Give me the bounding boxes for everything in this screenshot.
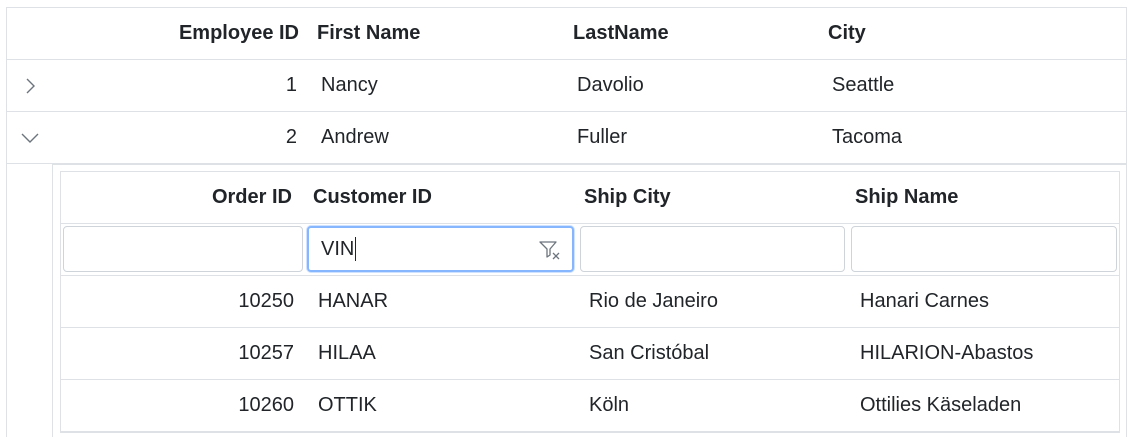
filter-text: VIN bbox=[321, 237, 355, 260]
orders-grid: Order ID Customer ID Ship City Ship Name… bbox=[60, 171, 1120, 433]
chevron-right-icon bbox=[26, 78, 35, 93]
column-header-ship-city[interactable]: Ship City bbox=[584, 172, 834, 223]
text-cursor bbox=[355, 237, 357, 261]
order-id-cell: 10260 bbox=[238, 394, 294, 416]
column-header-order-id[interactable]: Order ID bbox=[61, 172, 292, 223]
customer-id-cell: HANAR bbox=[318, 290, 389, 312]
ship-name-cell: Ottilies Käseladen bbox=[860, 394, 1022, 416]
filter-clear-icon[interactable] bbox=[538, 239, 562, 261]
city-cell: Tacoma bbox=[832, 126, 903, 148]
last-name-cell: Davolio bbox=[577, 74, 644, 96]
filter-row: VIN bbox=[61, 224, 1119, 276]
first-name-cell: Nancy bbox=[321, 74, 378, 96]
ship-name-cell: Hanari Carnes bbox=[860, 290, 989, 312]
employee-id-cell: 1 bbox=[285, 74, 297, 96]
parent-header-row: Employee ID First Name LastName City bbox=[7, 8, 1126, 60]
last-name-cell: Fuller bbox=[577, 126, 628, 148]
table-row[interactable]: 10257 HILAA San Cristóbal HILARION-Abast… bbox=[61, 328, 1119, 380]
customer-id-cell: HILAA bbox=[318, 342, 376, 364]
order-id-cell: 10250 bbox=[238, 290, 294, 312]
column-header-city[interactable]: City bbox=[828, 8, 1068, 59]
child-header-row: Order ID Customer ID Ship City Ship Name bbox=[61, 172, 1119, 224]
column-header-customer-id[interactable]: Customer ID bbox=[313, 172, 563, 223]
chevron-down-icon bbox=[21, 133, 39, 143]
detail-row: Order ID Customer ID Ship City Ship Name… bbox=[52, 164, 1126, 437]
ship-name-filter-input[interactable] bbox=[851, 226, 1117, 272]
table-row[interactable]: 1 Nancy Davolio Seattle bbox=[7, 60, 1126, 112]
expand-row-button[interactable] bbox=[7, 60, 53, 111]
table-row[interactable]: 10260 OTTIK Köln Ottilies Käseladen bbox=[61, 380, 1119, 432]
collapse-row-button[interactable] bbox=[7, 112, 53, 163]
city-cell: Seattle bbox=[832, 74, 895, 96]
order-id-filter-input[interactable] bbox=[63, 226, 303, 272]
column-header-employee-id[interactable]: Employee ID bbox=[67, 8, 299, 59]
ship-city-filter-input[interactable] bbox=[580, 226, 845, 272]
ship-name-cell: HILARION-Abastos bbox=[860, 342, 1034, 364]
first-name-cell: Andrew bbox=[321, 126, 389, 148]
order-id-cell: 10257 bbox=[238, 342, 294, 364]
customer-id-cell: OTTIK bbox=[318, 394, 377, 416]
filter-value: VIN bbox=[321, 228, 357, 270]
table-row[interactable]: 10250 HANAR Rio de Janeiro Hanari Carnes bbox=[61, 276, 1119, 328]
employee-id-cell: 2 bbox=[285, 126, 297, 148]
ship-city-cell: San Cristóbal bbox=[589, 342, 710, 364]
table-row[interactable]: 2 Andrew Fuller Tacoma bbox=[7, 112, 1126, 164]
employee-grid: Employee ID First Name LastName City 1 N… bbox=[6, 7, 1127, 437]
ship-city-cell: Köln bbox=[589, 394, 630, 416]
column-header-ship-name[interactable]: Ship Name bbox=[855, 172, 1105, 223]
column-header-first-name[interactable]: First Name bbox=[317, 8, 557, 59]
ship-city-cell: Rio de Janeiro bbox=[589, 290, 718, 312]
customer-id-filter-input[interactable]: VIN bbox=[307, 226, 574, 272]
column-header-last-name[interactable]: LastName bbox=[573, 8, 813, 59]
